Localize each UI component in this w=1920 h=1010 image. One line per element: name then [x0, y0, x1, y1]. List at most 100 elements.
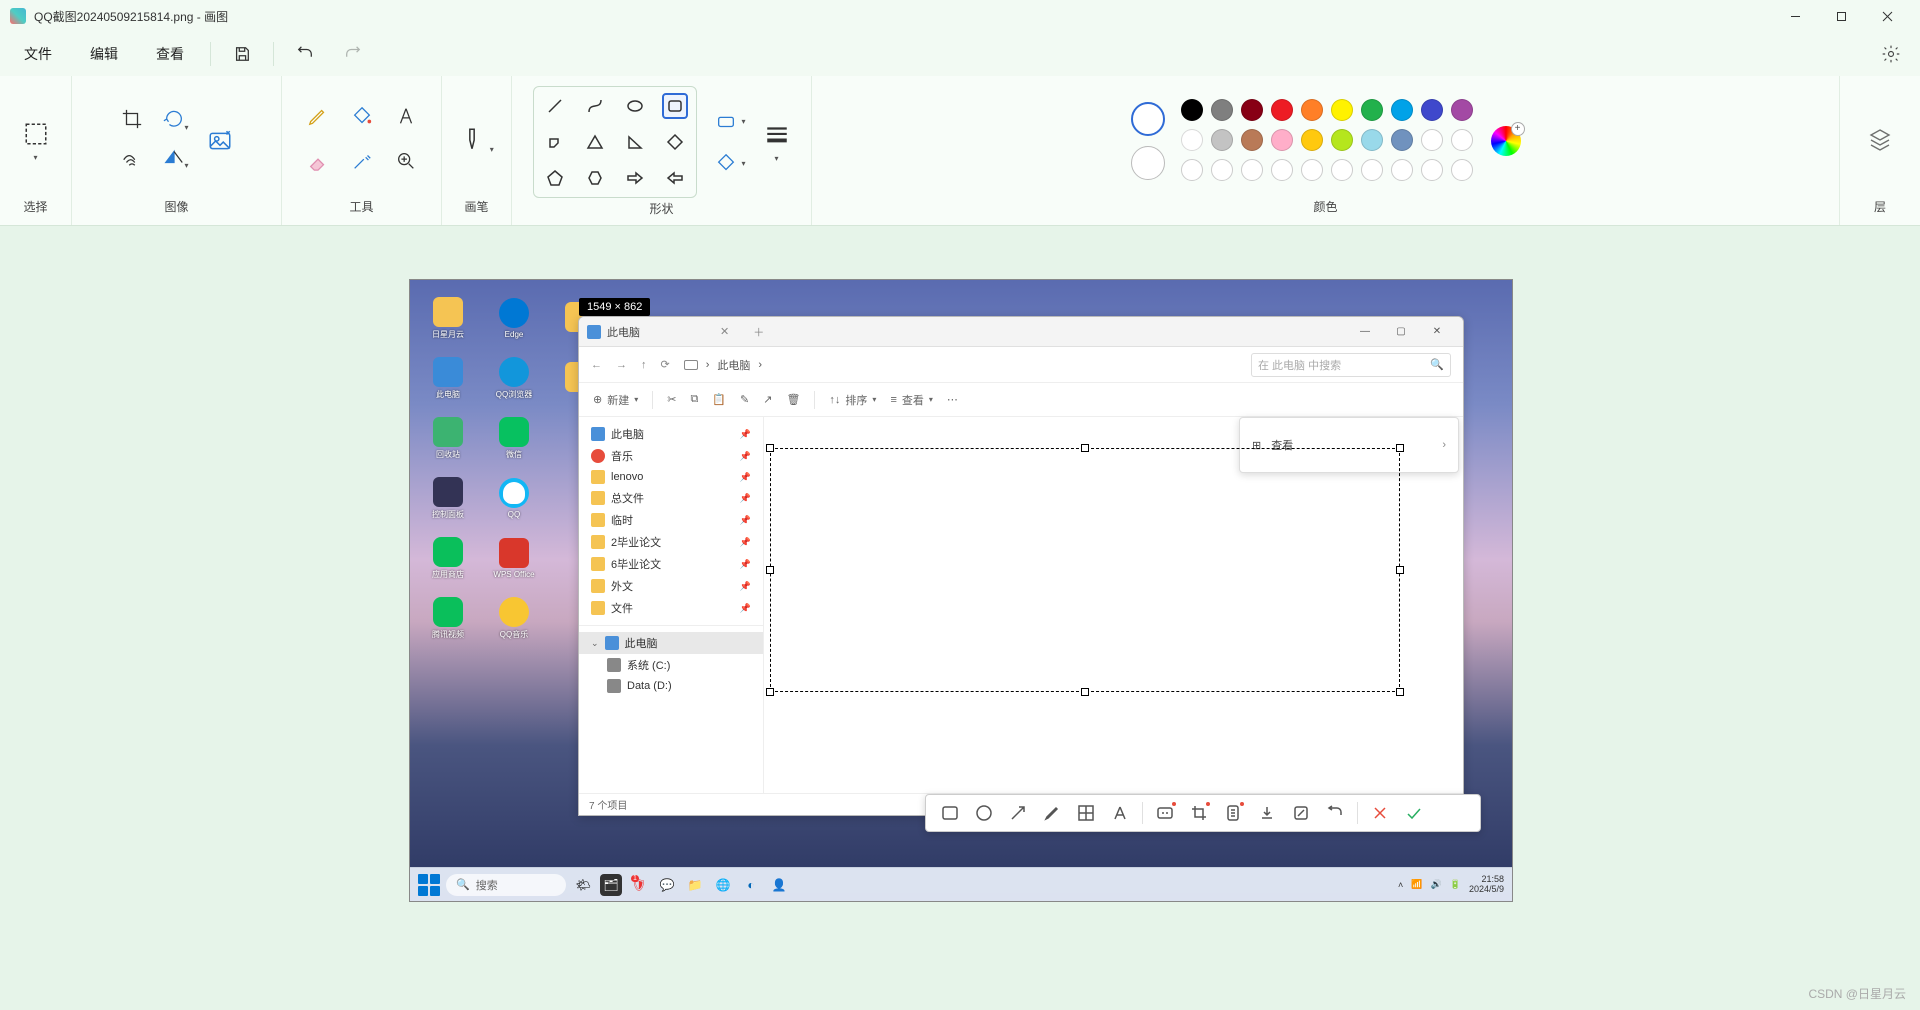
shape-arrow-right[interactable]: [622, 165, 648, 191]
explorer-maximize[interactable]: ▢: [1383, 326, 1419, 337]
color-swatch[interactable]: [1301, 99, 1323, 121]
shape-hexagon[interactable]: [582, 165, 608, 191]
explorer-close[interactable]: ✕: [1419, 326, 1455, 337]
toolbar-paste[interactable]: 📋: [712, 393, 726, 406]
annot-pen[interactable]: [1040, 801, 1064, 825]
maximize-button[interactable]: [1818, 0, 1864, 32]
rotate-tool[interactable]: ▾: [163, 108, 191, 136]
color-swatch[interactable]: [1391, 99, 1413, 121]
task-wechat[interactable]: 💬: [656, 874, 678, 896]
color-swatch-empty[interactable]: [1181, 159, 1203, 181]
task-edge[interactable]: 🌐: [712, 874, 734, 896]
color-swatch-empty[interactable]: [1391, 159, 1413, 181]
toolbar-cut[interactable]: ✂: [667, 393, 676, 406]
sidebar-item[interactable]: 此电脑📌: [579, 423, 763, 445]
color-swatch[interactable]: [1361, 129, 1383, 151]
color-swatch[interactable]: [1181, 99, 1203, 121]
sidebar-drive[interactable]: Data (D:): [579, 676, 763, 696]
color-swatch[interactable]: [1271, 129, 1293, 151]
color-swatch[interactable]: [1421, 99, 1443, 121]
annot-download[interactable]: [1255, 801, 1279, 825]
color-swatch[interactable]: [1391, 129, 1413, 151]
tab-close-icon[interactable]: ✕: [720, 325, 729, 338]
zoom-tool[interactable]: [395, 150, 417, 177]
sidebar-item[interactable]: 临时📌: [579, 509, 763, 531]
color-swatch-empty[interactable]: [1301, 159, 1323, 181]
sidebar-item[interactable]: lenovo📌: [579, 467, 763, 487]
color-swatch-empty[interactable]: [1361, 159, 1383, 181]
annot-cancel[interactable]: [1368, 801, 1392, 825]
toolbar-rename[interactable]: ✎: [740, 393, 749, 406]
breadcrumb[interactable]: 此电脑: [717, 357, 750, 373]
sidebar-item[interactable]: 外文📌: [579, 575, 763, 597]
task-app[interactable]: 👤: [768, 874, 790, 896]
sidebar-item[interactable]: 音乐📌: [579, 445, 763, 467]
shapes-panel[interactable]: [533, 86, 697, 198]
shape-oval[interactable]: [622, 93, 648, 119]
color-swatch[interactable]: [1211, 99, 1233, 121]
shape-curve[interactable]: [582, 93, 608, 119]
sidebar-item[interactable]: 6毕业论文📌: [579, 553, 763, 575]
fill-tool[interactable]: [351, 105, 373, 132]
tray-battery-icon[interactable]: 🔋: [1450, 879, 1461, 890]
flip-tool[interactable]: ▾: [163, 146, 191, 174]
picker-tool[interactable]: [351, 150, 373, 177]
explorer-minimize[interactable]: —: [1347, 326, 1383, 337]
shape-rect[interactable]: [662, 93, 688, 119]
shape-line[interactable]: [542, 93, 568, 119]
menu-view[interactable]: 查看: [150, 40, 190, 68]
annot-rect[interactable]: [938, 801, 962, 825]
save-button[interactable]: [231, 43, 253, 65]
undo-button[interactable]: [294, 43, 316, 65]
shape-polygon[interactable]: [542, 129, 568, 155]
explorer-search[interactable]: 在 此电脑 中搜索🔍: [1251, 353, 1451, 377]
settings-button[interactable]: [1880, 43, 1902, 65]
color-swatch-empty[interactable]: [1211, 159, 1233, 181]
shape-triangle[interactable]: [582, 129, 608, 155]
menu-edit[interactable]: 编辑: [84, 40, 124, 68]
nav-refresh[interactable]: ⟳: [661, 358, 670, 371]
tray-volume-icon[interactable]: 🔊: [1431, 879, 1442, 890]
annot-text[interactable]: [1108, 801, 1132, 825]
annot-number[interactable]: [1153, 801, 1177, 825]
sidebar-thispc[interactable]: ⌄此电脑: [579, 632, 763, 654]
color-swatch[interactable]: [1451, 99, 1473, 121]
shape-outline-button[interactable]: ▾: [715, 110, 745, 132]
text-tool[interactable]: [395, 105, 417, 132]
start-button[interactable]: [418, 874, 440, 896]
brush-tool[interactable]: ▾: [459, 126, 493, 157]
task-folder[interactable]: 📁: [684, 874, 706, 896]
annot-mosaic[interactable]: [1074, 801, 1098, 825]
color-swatch[interactable]: [1241, 99, 1263, 121]
layers-button[interactable]: [1868, 127, 1892, 156]
sidebar-item[interactable]: 文件📌: [579, 597, 763, 619]
color-swatch-empty[interactable]: [1271, 159, 1293, 181]
color-swatch[interactable]: [1271, 99, 1293, 121]
edit-colors-button[interactable]: +: [1491, 126, 1521, 156]
annot-crop[interactable]: [1187, 801, 1211, 825]
annot-confirm[interactable]: [1402, 801, 1426, 825]
color-swatch[interactable]: [1421, 129, 1443, 151]
sidebar-drive[interactable]: 系统 (C:): [579, 654, 763, 676]
tray-chevron-icon[interactable]: ˄: [1398, 880, 1403, 890]
toolbar-view[interactable]: ≡查看▾: [890, 392, 932, 408]
color1-swatch[interactable]: [1131, 102, 1165, 136]
minimize-button[interactable]: [1772, 0, 1818, 32]
image-generate-button[interactable]: [207, 128, 233, 154]
color-swatch[interactable]: [1331, 99, 1353, 121]
color-swatch[interactable]: [1451, 129, 1473, 151]
resize-tool[interactable]: [121, 146, 149, 174]
redo-button[interactable]: [342, 43, 364, 65]
toolbar-sort[interactable]: ↑↓排序▾: [829, 392, 876, 408]
color-swatch[interactable]: [1211, 129, 1233, 151]
selection-rect[interactable]: [770, 448, 1400, 692]
color-swatch-empty[interactable]: [1241, 159, 1263, 181]
color-swatch[interactable]: [1361, 99, 1383, 121]
color-swatch[interactable]: [1241, 129, 1263, 151]
color-swatch-empty[interactable]: [1451, 159, 1473, 181]
explorer-tab-title[interactable]: 此电脑: [607, 324, 640, 340]
toolbar-new[interactable]: ⊕新建▾: [593, 392, 638, 408]
eraser-tool[interactable]: [307, 150, 329, 177]
shape-pentagon[interactable]: [542, 165, 568, 191]
color-swatch[interactable]: [1181, 129, 1203, 151]
